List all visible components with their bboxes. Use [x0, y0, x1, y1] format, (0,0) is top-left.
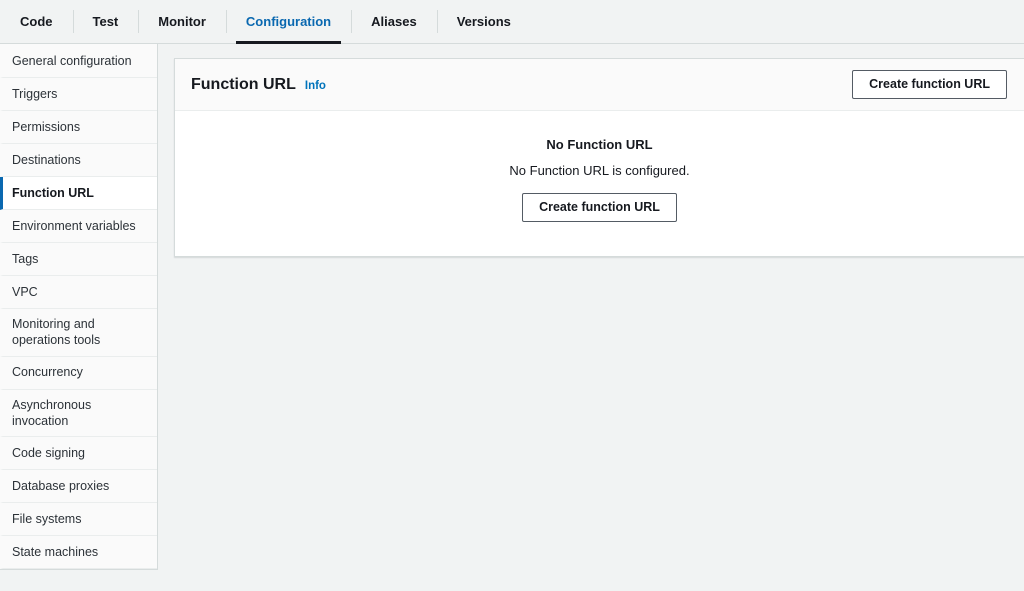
sidebar-item-destinations[interactable]: Destinations [0, 144, 157, 177]
sidebar-item-monitoring-and-operations-tools[interactable]: Monitoring and operations tools [0, 309, 157, 357]
panel-title-group: Function URL Info [191, 76, 326, 94]
sidebar-item-state-machines[interactable]: State machines [0, 536, 157, 569]
sidebar-item-code-signing[interactable]: Code signing [0, 437, 157, 470]
sidebar-item-permissions[interactable]: Permissions [0, 111, 157, 144]
create-function-url-button[interactable]: Create function URL [522, 193, 677, 222]
sidebar-item-function-url[interactable]: Function URL [0, 177, 157, 210]
main-content: Function URL Info Create function URL No… [158, 44, 1024, 257]
info-link[interactable]: Info [305, 80, 326, 92]
tab-code[interactable]: Code [0, 0, 73, 43]
sidebar-item-file-systems[interactable]: File systems [0, 503, 157, 536]
sidebar-item-database-proxies[interactable]: Database proxies [0, 470, 157, 503]
tab-aliases[interactable]: Aliases [351, 0, 437, 43]
function-url-panel: Function URL Info Create function URL No… [174, 58, 1024, 257]
tab-monitor[interactable]: Monitor [138, 0, 226, 43]
sidebar-item-vpc[interactable]: VPC [0, 276, 157, 309]
empty-state: No Function URL No Function URL is confi… [175, 111, 1024, 256]
sidebar-item-tags[interactable]: Tags [0, 243, 157, 276]
empty-state-description: No Function URL is configured. [509, 163, 690, 178]
page-layout: General configuration Triggers Permissions… [0, 44, 1024, 591]
sidebar-item-concurrency[interactable]: Concurrency [0, 356, 157, 390]
create-function-url-header-button[interactable]: Create function URL [852, 70, 1007, 99]
tab-versions[interactable]: Versions [436, 0, 531, 43]
sidebar-item-general-configuration[interactable]: General configuration [0, 45, 157, 78]
empty-state-title: No Function URL [546, 137, 653, 152]
page-title: Function URL [191, 75, 296, 93]
sidebar-item-environment-variables[interactable]: Environment variables [0, 210, 157, 243]
configuration-sidebar: General configuration Triggers Permissions… [0, 44, 158, 570]
tab-bar: Code Test Monitor Configuration Aliases Versi… [0, 0, 1024, 44]
tab-test[interactable]: Test [72, 0, 139, 43]
tab-configuration[interactable]: Configuration [225, 0, 351, 44]
sidebar-item-triggers[interactable]: Triggers [0, 78, 157, 111]
panel-header: Function URL Info Create function URL [175, 59, 1024, 111]
sidebar-item-asynchronous-invocation[interactable]: Asynchronous invocation [0, 389, 157, 437]
